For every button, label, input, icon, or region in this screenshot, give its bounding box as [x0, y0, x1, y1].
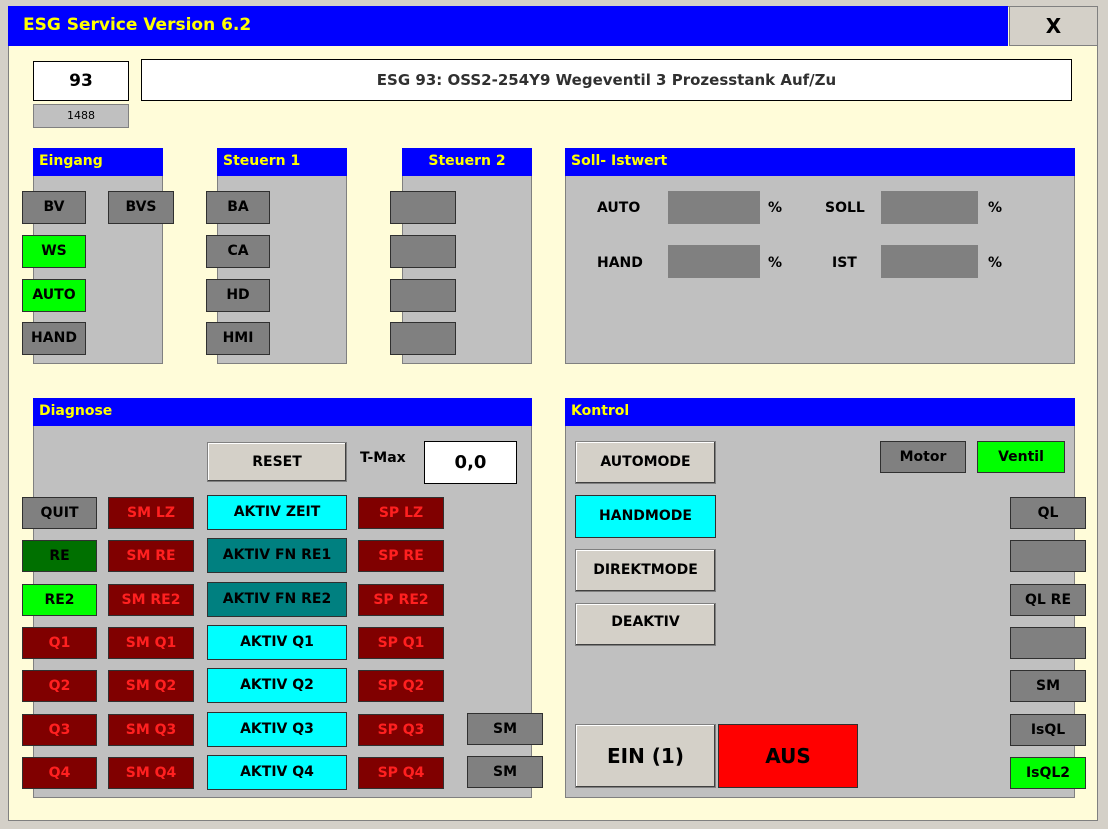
- sm-re2-indicator: SM RE2: [108, 584, 194, 616]
- sm-indicator-2: SM: [467, 756, 543, 788]
- steuern2-title: Steuern 2: [402, 148, 532, 176]
- ist-unit: %: [988, 255, 1003, 271]
- ql-re-indicator: QL RE: [1010, 584, 1086, 616]
- reset-button[interactable]: RESET: [207, 442, 347, 482]
- aktiv-zeit-button[interactable]: AKTIV ZEIT: [207, 495, 347, 530]
- re-indicator: RE: [22, 540, 97, 572]
- ventil-indicator: Ventil: [977, 441, 1065, 473]
- ist-label: IST: [832, 255, 857, 271]
- aktiv-q3-button[interactable]: AKTIV Q3: [207, 712, 347, 747]
- eingang-title: Eingang: [33, 148, 163, 176]
- sm-right-indicator: SM: [1010, 670, 1086, 702]
- sp-q3-indicator: SP Q3: [358, 714, 444, 746]
- tmax-label: T-Max: [360, 450, 406, 466]
- sp-re-indicator: SP RE: [358, 540, 444, 572]
- q4-indicator: Q4: [22, 757, 97, 789]
- motor-indicator: Motor: [880, 441, 966, 473]
- re2-indicator: RE2: [22, 584, 97, 616]
- sm-q3-indicator: SM Q3: [108, 714, 194, 746]
- sp-q4-indicator: SP Q4: [358, 757, 444, 789]
- quit-button[interactable]: QUIT: [22, 497, 97, 529]
- direktmode-button[interactable]: DIREKTMODE: [575, 549, 716, 592]
- ein-button[interactable]: EIN (1): [575, 724, 716, 788]
- soll-label: SOLL: [825, 200, 865, 216]
- sm-q2-indicator: SM Q2: [108, 670, 194, 702]
- ist-value-field: [881, 245, 978, 278]
- ql-indicator: QL: [1010, 497, 1086, 529]
- sm-re-indicator: SM RE: [108, 540, 194, 572]
- auto-value-field: [668, 191, 760, 224]
- esg-description: ESG 93: OSS2-254Y9 Wegeventil 3 Prozesst…: [141, 59, 1072, 101]
- handmode-button[interactable]: HANDMODE: [575, 495, 716, 538]
- hand-value-field: [668, 245, 760, 278]
- tmax-value-field[interactable]: 0,0: [424, 441, 517, 484]
- sp-q1-indicator: SP Q1: [358, 627, 444, 659]
- ws-indicator: WS: [22, 235, 86, 268]
- steuern1-title: Steuern 1: [217, 148, 347, 176]
- aktiv-q4-button[interactable]: AKTIV Q4: [207, 755, 347, 790]
- aktiv-q2-button[interactable]: AKTIV Q2: [207, 668, 347, 703]
- aktiv-fn-re1-button[interactable]: AKTIV FN RE1: [207, 538, 347, 573]
- sollist-title: Soll- Istwert: [565, 148, 1075, 176]
- hand-label: HAND: [597, 255, 643, 271]
- steuern2-slot-1: [390, 191, 456, 224]
- soll-value-field: [881, 191, 978, 224]
- hand-unit: %: [768, 255, 783, 271]
- hd-indicator: HD: [206, 279, 270, 312]
- kontrol-title: Kontrol: [565, 398, 1075, 426]
- deaktiv-button[interactable]: DEAKTIV: [575, 603, 716, 646]
- window-title: ESG Service Version 6.2: [23, 15, 252, 35]
- automode-button[interactable]: AUTOMODE: [575, 441, 716, 484]
- sp-lz-indicator: SP LZ: [358, 497, 444, 529]
- aktiv-fn-re2-button[interactable]: AKTIV FN RE2: [207, 582, 347, 617]
- sub-number-display: 1488: [33, 104, 129, 128]
- bv-indicator: BV: [22, 191, 86, 224]
- close-button[interactable]: X: [1009, 6, 1098, 46]
- sp-re2-indicator: SP RE2: [358, 584, 444, 616]
- sm-indicator-1: SM: [467, 713, 543, 745]
- hand-indicator: HAND: [22, 322, 86, 355]
- q2-indicator: Q2: [22, 670, 97, 702]
- ca-indicator: CA: [206, 235, 270, 268]
- sm-q4-indicator: SM Q4: [108, 757, 194, 789]
- auto-unit: %: [768, 200, 783, 216]
- sp-q2-indicator: SP Q2: [358, 670, 444, 702]
- steuern2-slot-4: [390, 322, 456, 355]
- q1-indicator: Q1: [22, 627, 97, 659]
- steuern2-slot-2: [390, 235, 456, 268]
- aus-button[interactable]: AUS: [718, 724, 858, 788]
- ba-indicator: BA: [206, 191, 270, 224]
- q3-indicator: Q3: [22, 714, 97, 746]
- hmi-indicator: HMI: [206, 322, 270, 355]
- sm-lz-indicator: SM LZ: [108, 497, 194, 529]
- right-blank-indicator-1: [1010, 540, 1086, 572]
- diagnose-title: Diagnose: [33, 398, 532, 426]
- isql2-indicator: IsQL2: [1010, 757, 1086, 789]
- aktiv-q1-button[interactable]: AKTIV Q1: [207, 625, 347, 660]
- auto-label: AUTO: [597, 200, 641, 216]
- sm-q1-indicator: SM Q1: [108, 627, 194, 659]
- bvs-indicator: BVS: [108, 191, 174, 224]
- soll-unit: %: [988, 200, 1003, 216]
- right-blank-indicator-2: [1010, 627, 1086, 659]
- steuern2-slot-3: [390, 279, 456, 312]
- title-bar: ESG Service Version 6.2: [8, 6, 1008, 46]
- esg-number-field[interactable]: 93: [33, 61, 129, 101]
- isql-indicator: IsQL: [1010, 714, 1086, 746]
- auto-indicator: AUTO: [22, 279, 86, 312]
